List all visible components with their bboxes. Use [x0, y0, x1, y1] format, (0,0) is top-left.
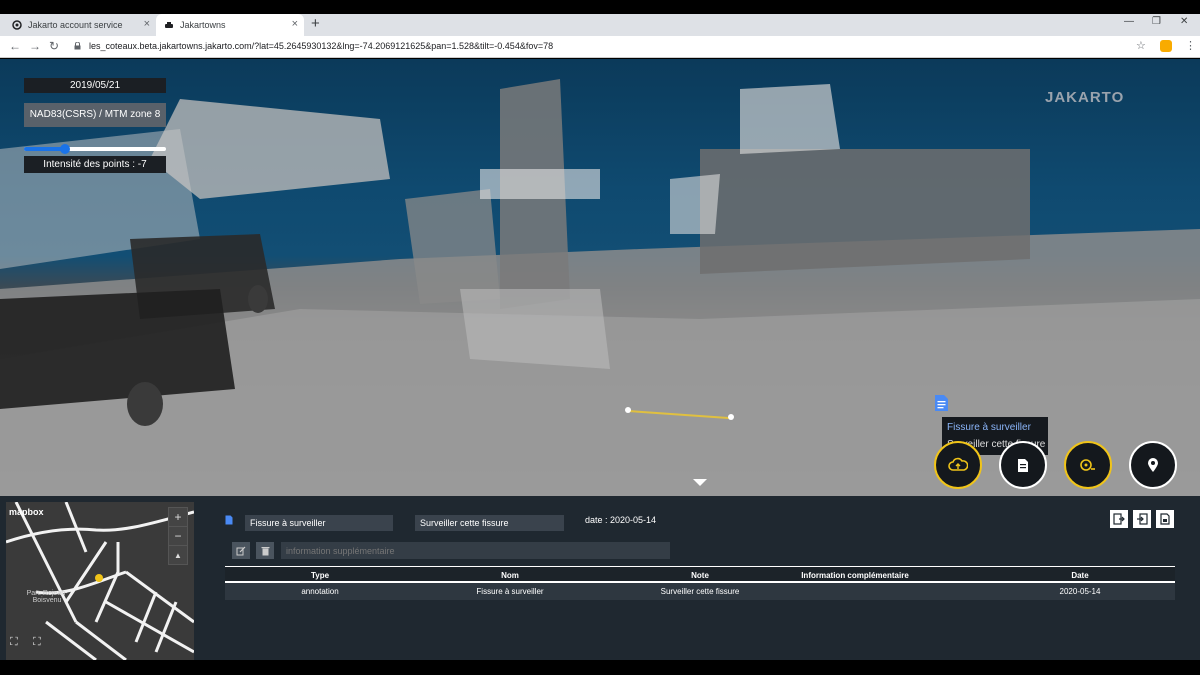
column-header-name[interactable]: Nom: [435, 567, 585, 584]
export-button[interactable]: [1110, 510, 1128, 528]
annotations-table: Type Nom Note Information complémentaire…: [225, 566, 1175, 600]
column-header-type[interactable]: Type: [245, 567, 395, 584]
new-tab-button[interactable]: +: [311, 15, 320, 32]
trash-icon: [261, 546, 269, 555]
cloud-upload-icon: [948, 457, 968, 471]
compass-button[interactable]: ▲: [169, 546, 187, 565]
jakarto-favicon-icon: [12, 20, 22, 30]
browser-tab-strip: Jakarto account service × Jakartowns × +…: [0, 14, 1200, 36]
export-icon: [1113, 513, 1125, 525]
map-fullscreen-icon[interactable]: ⛶: [33, 636, 47, 650]
import-icon: [1137, 513, 1148, 525]
zoom-in-button[interactable]: +: [169, 508, 187, 527]
file-download-icon: [1160, 513, 1170, 525]
annotation-date: date : 2020-05-14: [585, 515, 657, 525]
tab-jakarto-account[interactable]: Jakarto account service ×: [4, 14, 156, 36]
additional-info-input[interactable]: [281, 542, 670, 559]
tab-title: Jakartowns: [180, 20, 226, 30]
measurement-start-point[interactable]: [625, 407, 631, 413]
minimize-icon[interactable]: —: [1124, 16, 1134, 27]
annotation-type-icon: [225, 515, 233, 525]
screen-bottom-bar: [0, 660, 1200, 675]
cell-info: [775, 583, 935, 600]
mapbox-attribution: mapbox: [9, 507, 44, 517]
measurement-end-point[interactable]: [728, 414, 734, 420]
close-tab-icon[interactable]: ×: [292, 18, 298, 30]
location-button[interactable]: [1129, 441, 1177, 489]
car-favicon-icon: [164, 20, 174, 30]
extension-icon[interactable]: [1160, 40, 1172, 52]
tape-measure-icon: [1080, 459, 1095, 471]
map-pin-icon: [1148, 458, 1158, 472]
bookmark-star-icon[interactable]: ☆: [1136, 39, 1146, 52]
delete-button[interactable]: [256, 542, 274, 559]
jakarto-logo: JAKARTO: [1045, 89, 1125, 106]
close-window-icon[interactable]: ✕: [1180, 16, 1188, 27]
reload-icon[interactable]: ↻: [49, 39, 59, 53]
slider-thumb[interactable]: [60, 144, 70, 154]
edit-icon: [236, 546, 246, 555]
cell-type: annotation: [301, 587, 339, 596]
address-bar: ← → ↻ les_coteaux.beta.jakartowns.jakart…: [0, 36, 1200, 58]
intensity-label: Intensité des points : -7: [24, 156, 166, 173]
url-text[interactable]: les_coteaux.beta.jakartowns.jakarto.com/…: [89, 41, 553, 51]
intensity-slider[interactable]: [24, 144, 166, 154]
cell-date: 2020-05-14: [1059, 587, 1101, 596]
lock-icon: [74, 42, 81, 50]
screen-top-bar: [0, 0, 1200, 14]
annotation-name-field[interactable]: Fissure à surveiller: [245, 515, 393, 531]
column-header-date[interactable]: Date: [1005, 567, 1155, 584]
zoom-out-button[interactable]: −: [169, 527, 187, 546]
measure-button[interactable]: [1064, 441, 1112, 489]
slider-fill: [24, 147, 64, 151]
annotation-tooltip-title: Fissure à surveiller: [947, 422, 1031, 433]
crs-selector[interactable]: NAD83(CSRS) / MTM zone 8: [24, 103, 166, 127]
cell-name: Fissure à surveiller: [476, 587, 544, 596]
browser-menu-icon[interactable]: ⋮: [1185, 39, 1196, 52]
table-header: Type Nom Note Information complémentaire…: [225, 566, 1175, 583]
map-expand-icon[interactable]: ⛶: [10, 636, 24, 650]
map-zoom-controls: + − ▲: [168, 507, 188, 565]
document-icon: [1018, 458, 1028, 472]
import-button[interactable]: [1133, 510, 1151, 528]
back-icon[interactable]: ←: [9, 39, 21, 53]
edit-button[interactable]: [232, 542, 250, 559]
download-file-button[interactable]: [1156, 510, 1174, 528]
close-tab-icon[interactable]: ×: [144, 18, 150, 30]
tab-title: Jakarto account service: [28, 20, 123, 30]
map-place-label: Parc Rejean-Boisvenu: [26, 590, 68, 604]
annotation-button[interactable]: [999, 441, 1047, 489]
table-row[interactable]: annotation Fissure à surveiller Surveill…: [225, 583, 1175, 600]
point-cloud-toggle-button[interactable]: [934, 441, 982, 489]
column-header-info[interactable]: Information complémentaire: [775, 567, 935, 584]
tab-jakartowns[interactable]: Jakartowns ×: [156, 14, 304, 36]
forward-icon[interactable]: →: [29, 39, 41, 53]
capture-date: 2019/05/21: [24, 78, 166, 93]
column-header-note[interactable]: Note: [625, 567, 775, 584]
collapse-panel-icon[interactable]: [693, 479, 707, 486]
restore-icon[interactable]: ❐: [1152, 16, 1161, 27]
annotation-document-icon[interactable]: [934, 394, 949, 412]
cell-note: Surveiller cette fissure: [660, 587, 740, 596]
annotation-note-field[interactable]: Surveiller cette fissure: [415, 515, 564, 531]
